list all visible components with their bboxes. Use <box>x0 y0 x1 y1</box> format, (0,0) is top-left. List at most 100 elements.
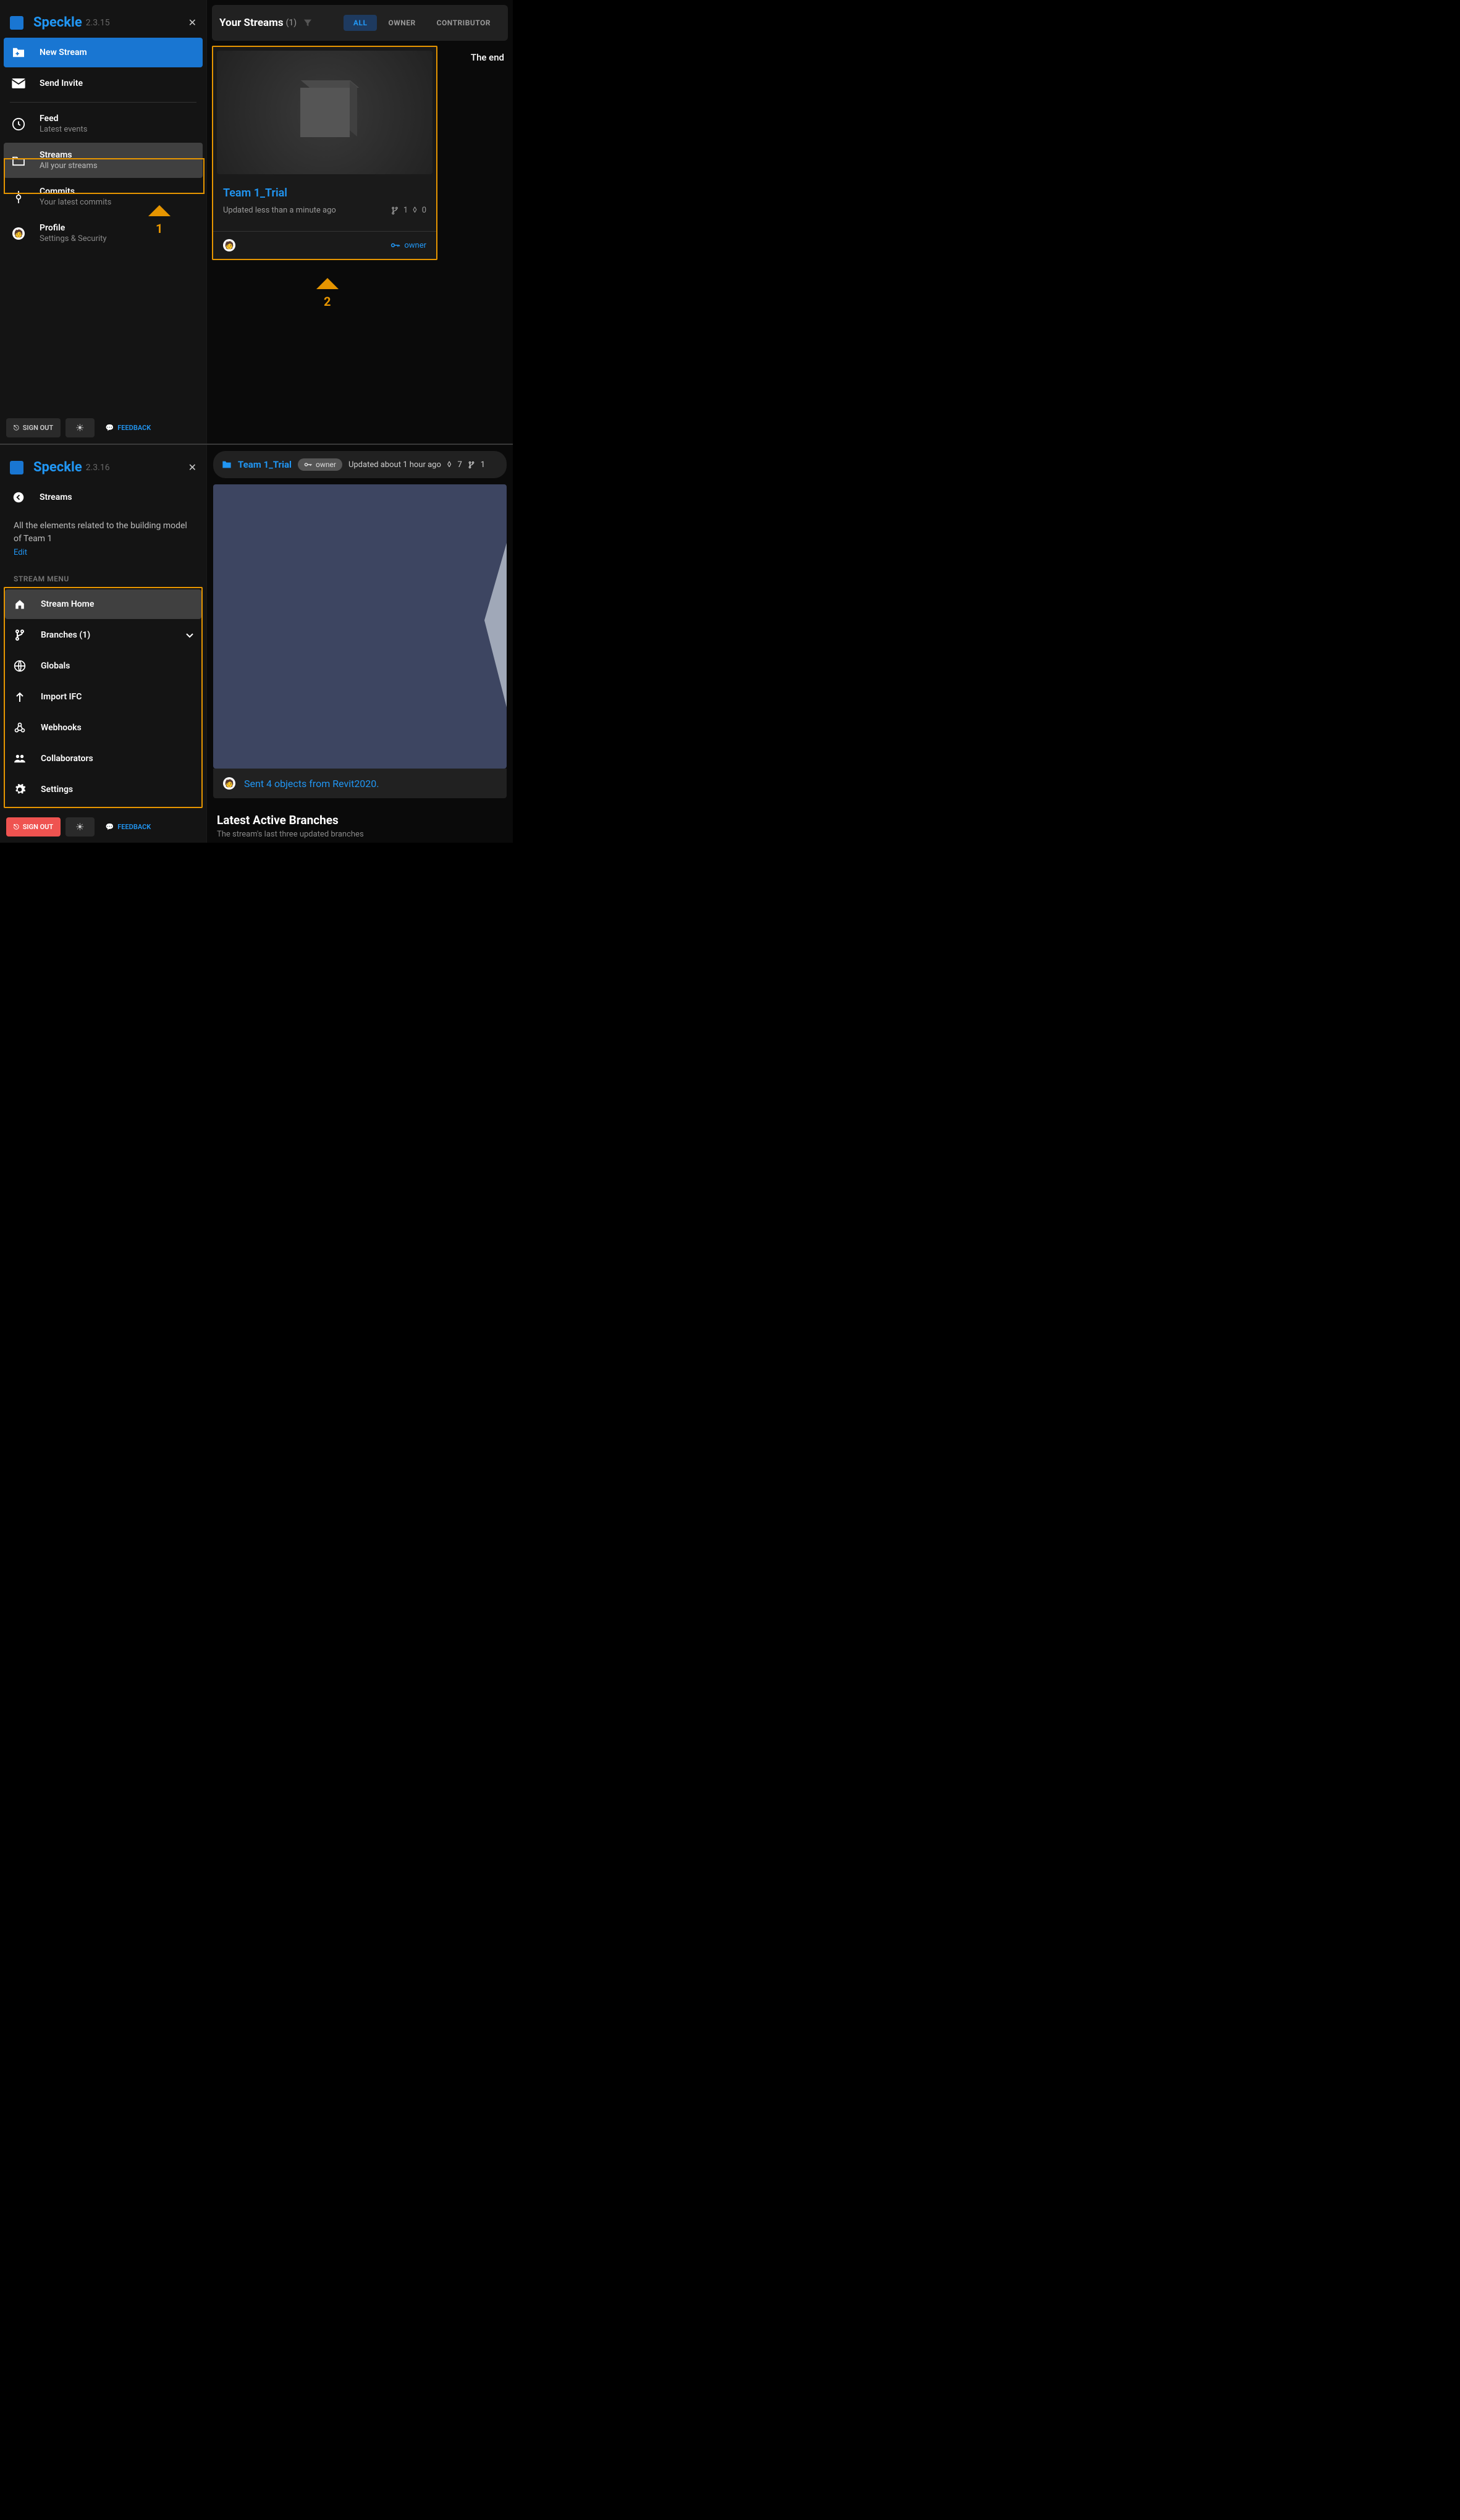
feedback-label-2: FEEDBACK <box>117 823 151 831</box>
filter-icon[interactable] <box>303 18 313 28</box>
sign-out-button[interactable]: ⎋ SIGN OUT <box>6 418 61 437</box>
feedback-icon-2: 💬 <box>106 823 114 831</box>
section-heading: STREAM MENU <box>4 568 203 587</box>
feedback-icon: 💬 <box>106 424 114 432</box>
3d-viewer[interactable] <box>213 484 507 769</box>
branch-icon-2 <box>12 628 27 643</box>
settings-nav[interactable]: Settings <box>5 775 201 804</box>
owner-label: owner <box>404 241 426 250</box>
back-arrow-icon <box>11 490 26 505</box>
sidebar-header-2: Speckle 2.3.16 ✕ <box>0 445 206 483</box>
sidebar: Speckle 2.3.15 ✕ New Stream Send Invite <box>0 0 207 444</box>
close-icon[interactable]: ✕ <box>188 17 196 28</box>
feed-sub: Latest events <box>40 125 87 134</box>
stream-updated-2: Updated about 1 hour ago <box>348 460 441 470</box>
stream-updated: Updated less than a minute ago <box>223 206 336 215</box>
end-text: The end <box>471 46 508 260</box>
topbar-title: Your Streams <box>219 17 284 29</box>
feed-nav-item[interactable]: Feed Latest events <box>4 106 203 141</box>
close-icon-2[interactable]: ✕ <box>188 461 196 473</box>
import-ifc-nav[interactable]: Import IFC <box>5 682 201 712</box>
branches-nav[interactable]: Branches (1) <box>5 620 201 650</box>
owner-key-icon <box>390 242 400 249</box>
stream-card[interactable]: Team 1_Trial Updated less than a minute … <box>212 46 437 260</box>
stream-preview <box>217 51 433 174</box>
new-stream-label: New Stream <box>40 48 87 57</box>
commit-avatar: 🧑 <box>223 777 235 790</box>
main-content-2: Team 1_Trial owner Updated about 1 hour … <box>207 445 513 843</box>
clock-icon <box>11 117 26 132</box>
profile-nav-item[interactable]: 🧑 Profile Settings & Security <box>4 216 203 251</box>
model-shape <box>484 521 507 731</box>
tab-all[interactable]: ALL <box>344 15 378 31</box>
folder-icon-2 <box>222 460 232 469</box>
collaborators-label: Collaborators <box>41 754 93 764</box>
sign-out-button-2[interactable]: ⎋ SIGN OUT <box>6 817 61 836</box>
sign-out-label-2: SIGN OUT <box>23 823 53 831</box>
stream-title: Team 1_Trial <box>223 187 426 200</box>
annotation-number-2: 2 <box>324 294 331 309</box>
stream-name[interactable]: Team 1_Trial <box>238 459 292 470</box>
avatar-icon: 🧑 <box>11 226 26 241</box>
version-label-2: 2.3.16 <box>86 463 110 473</box>
topbar-count: (1) <box>286 18 297 28</box>
commit-dot-icon-2: ◊ <box>447 460 452 470</box>
mail-icon <box>11 76 26 91</box>
commits-title: Commits <box>40 187 111 196</box>
feedback-button[interactable]: 💬 FEEDBACK <box>99 418 158 437</box>
webhooks-label: Webhooks <box>41 723 82 733</box>
edit-link[interactable]: Edit <box>4 548 203 568</box>
stream-topbar: Team 1_Trial owner Updated about 1 hour … <box>213 451 507 478</box>
commit-dot-icon: ◊ <box>413 206 417 215</box>
tab-owner[interactable]: OWNER <box>378 15 425 31</box>
annotation-arrow-1 <box>148 205 171 216</box>
owner-key-icon-2 <box>304 461 313 468</box>
annotation-number-1: 1 <box>156 221 162 236</box>
send-invite-label: Send Invite <box>40 78 83 88</box>
streams-back-label: Streams <box>40 492 72 502</box>
logo-icon-2 <box>10 461 23 474</box>
user-avatar: 🧑 <box>223 239 235 251</box>
branch-count: 1 <box>403 206 408 215</box>
feed-title: Feed <box>40 114 87 124</box>
cube-icon <box>300 88 350 137</box>
sun-icon-2: ☀ <box>75 821 84 833</box>
signout-icon-2: ⎋ <box>14 823 19 832</box>
webhooks-nav[interactable]: Webhooks <box>5 713 201 743</box>
feedback-button-2[interactable]: 💬 FEEDBACK <box>99 817 158 836</box>
new-stream-button[interactable]: New Stream <box>4 38 203 67</box>
main-content: Your Streams (1) ALL OWNER CONTRIBUTOR T… <box>207 0 513 444</box>
profile-sub: Settings & Security <box>40 234 107 243</box>
owner-pill-label: owner <box>316 460 336 469</box>
stream-home-nav[interactable]: Stream Home <box>5 589 201 619</box>
streams-nav-item[interactable]: Streams All your streams <box>4 143 203 178</box>
folder-icon <box>11 153 26 168</box>
collaborators-nav[interactable]: Collaborators <box>5 744 201 773</box>
commit-count-2: 7 <box>457 460 462 470</box>
signout-icon: ⎋ <box>14 424 19 432</box>
send-invite-button[interactable]: Send Invite <box>4 69 203 98</box>
tab-contributor[interactable]: CONTRIBUTOR <box>427 15 500 31</box>
branches-section: Latest Active Branches The stream's last… <box>207 798 513 843</box>
globals-nav[interactable]: Globals <box>5 651 201 681</box>
owner-pill: owner <box>298 458 342 471</box>
gear-icon <box>12 782 27 797</box>
sidebar-2: Speckle 2.3.16 ✕ Streams All the element… <box>0 445 207 843</box>
branches-section-sub: The stream's last three updated branches <box>217 830 503 839</box>
streams-back-button[interactable]: Streams <box>4 483 203 512</box>
sign-out-label: SIGN OUT <box>23 424 53 432</box>
globals-label: Globals <box>41 661 70 671</box>
profile-title: Profile <box>40 223 107 233</box>
globe-icon <box>12 659 27 673</box>
divider <box>10 102 196 103</box>
version-label: 2.3.15 <box>86 18 110 28</box>
sidebar-header: Speckle 2.3.15 ✕ <box>0 0 206 38</box>
theme-toggle-button-2[interactable]: ☀ <box>65 817 94 836</box>
brand-name-2: Speckle <box>33 460 82 475</box>
theme-toggle-button[interactable]: ☀ <box>65 418 94 437</box>
commit-message[interactable]: Sent 4 objects from Revit2020. <box>244 778 379 790</box>
commits-nav-item[interactable]: Commits Your latest commits <box>4 179 203 214</box>
commits-sub: Your latest commits <box>40 198 111 207</box>
annotation-arrow-2 <box>316 278 339 289</box>
streams-sub: All your streams <box>40 161 98 171</box>
